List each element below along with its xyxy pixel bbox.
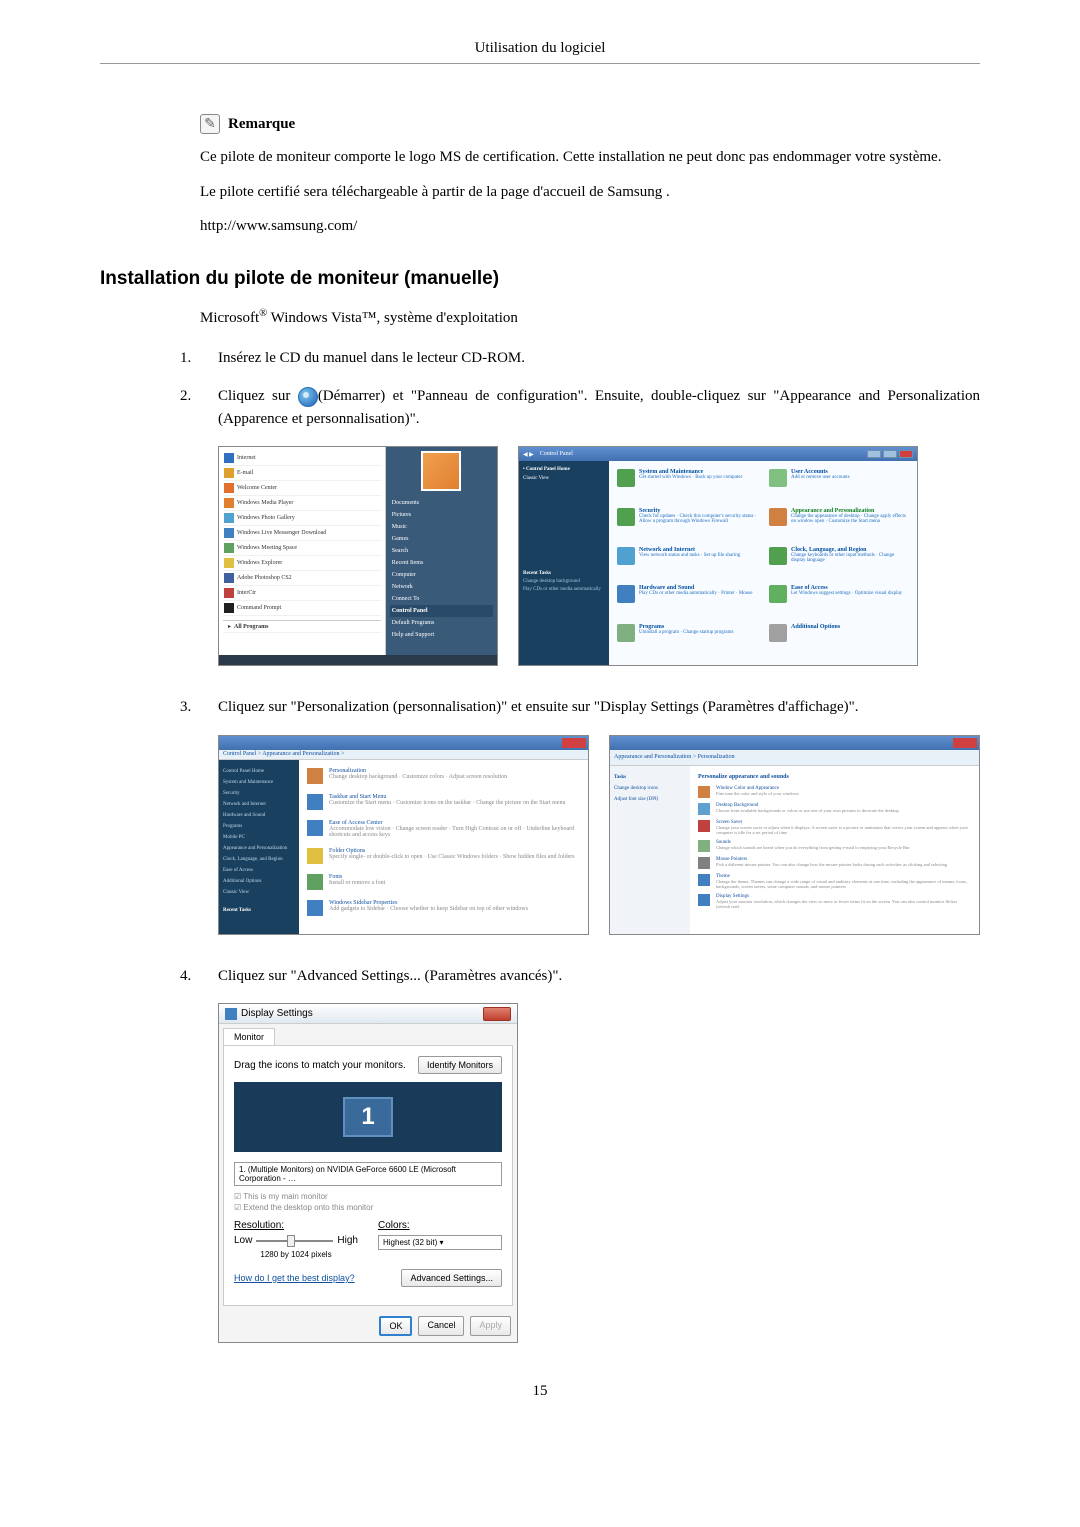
note-text-2: Le pilote certifié sera téléchargeable à…: [200, 181, 980, 204]
personalization-sidebar: TasksChange desktop iconsAdjust font siz…: [610, 766, 690, 934]
user-picture: [421, 451, 461, 491]
ds-monitor-area: 1: [234, 1082, 502, 1152]
ds-colors-select: Highest (32 bit) ▾: [378, 1235, 502, 1250]
page-header: Utilisation du logiciel: [100, 40, 980, 64]
page-number: 15: [100, 1383, 980, 1400]
cp-sidebar: • Control Panel Home Classic View Recent…: [519, 461, 609, 665]
step-2: 2. Cliquez sur (Démarrer) et "Panneau de…: [180, 385, 980, 430]
cp-main: System and MaintenanceGet started with W…: [609, 461, 917, 665]
windows-start-icon: [298, 387, 318, 407]
note-block: ✎ Remarque Ce pilote de moniteur comport…: [200, 114, 980, 238]
close-icon: [899, 450, 913, 458]
screenshot-start-menu: Internet E-mail Welcome Center Windows M…: [218, 446, 498, 666]
appearance-main: PersonalizationChange desktop background…: [299, 760, 588, 934]
step-2b: (Démarrer) et "Panneau de configuration"…: [218, 388, 980, 427]
advanced-settings-button: Advanced Settings...: [401, 1269, 502, 1287]
maximize-icon: [883, 450, 897, 458]
ds-tab-monitor: Monitor: [223, 1028, 275, 1045]
step-num-4: 4.: [180, 965, 218, 988]
screenshot-personalization: Appearance and Personalization > Persona…: [609, 735, 980, 935]
cancel-button: Cancel: [418, 1316, 464, 1336]
ds-monitor-dropdown: 1. (Multiple Monitors) on NVIDIA GeForce…: [234, 1162, 502, 1186]
subtitle-mid: Windows Vista™: [267, 310, 376, 326]
step-2a: Cliquez sur: [218, 388, 298, 404]
window-icon: [225, 1008, 237, 1020]
step-num-1: 1.: [180, 347, 218, 370]
step-4: 4. Cliquez sur "Advanced Settings... (Pa…: [180, 965, 980, 988]
section-title: Installation du pilote de moniteur (manu…: [100, 268, 980, 290]
note-url: http://www.samsung.com/: [200, 215, 980, 238]
step-num-2: 2.: [180, 385, 218, 430]
cp-titlebar: ◀ ▶ Control Panel: [519, 447, 917, 461]
appearance-sidebar: Control Panel HomeSystem and Maintenance…: [219, 760, 299, 934]
identify-monitors-button: Identify Monitors: [418, 1056, 502, 1074]
note-icon: ✎: [200, 114, 220, 134]
ds-title-text: Display Settings: [241, 1008, 313, 1019]
start-menu-left: Internet E-mail Welcome Center Windows M…: [219, 447, 386, 665]
note-title: Remarque: [228, 116, 295, 133]
step-text-3: Cliquez sur "Personalization (personnali…: [218, 696, 980, 719]
subtitle-suffix: , système d'exploitation: [376, 310, 517, 326]
ds-resolution-label: Resolution:: [234, 1220, 358, 1231]
ds-help-link: How do I get the best display?: [234, 1273, 355, 1283]
personalization-main: Personalize appearance and sounds Window…: [690, 766, 979, 934]
minimize-icon: [867, 450, 881, 458]
ds-instruction: Drag the icons to match your monitors.: [234, 1060, 406, 1071]
ds-resolution-value: 1280 by 1024 pixels: [234, 1250, 358, 1259]
apply-button: Apply: [470, 1316, 511, 1336]
ds-titlebar: Display Settings: [219, 1004, 517, 1024]
ds-checkbox-main: ☑ This is my main monitor: [234, 1192, 502, 1201]
step-text-4: Cliquez sur "Advanced Settings... (Param…: [218, 965, 980, 988]
screenshot-row-2: Control Panel > Appearance and Personali…: [218, 735, 980, 935]
ds-resolution-slider: Low High: [234, 1235, 358, 1246]
screenshot-appearance: Control Panel > Appearance and Personali…: [218, 735, 589, 935]
subtitle: Microsoft® Windows Vista™, système d'exp…: [200, 308, 980, 327]
step-text-2: Cliquez sur (Démarrer) et "Panneau de co…: [218, 385, 980, 430]
close-icon: [483, 1007, 511, 1021]
screenshot-row-1: Internet E-mail Welcome Center Windows M…: [218, 446, 980, 666]
step-text-1: Insérez le CD du manuel dans le lecteur …: [218, 347, 980, 370]
note-text-1: Ce pilote de moniteur comporte le logo M…: [200, 146, 980, 169]
step-1: 1. Insérez le CD du manuel dans le lecte…: [180, 347, 980, 370]
start-menu-right: Documents Pictures Music Games Search Re…: [386, 447, 497, 665]
subtitle-prefix: Microsoft: [200, 310, 259, 326]
screenshot-display-settings: Display Settings Monitor Drag the icons …: [218, 1003, 518, 1343]
ds-checkbox-extend: ☑ Extend the desktop onto this monitor: [234, 1203, 502, 1212]
step-3: 3. Cliquez sur "Personalization (personn…: [180, 696, 980, 719]
screenshot-control-panel: ◀ ▶ Control Panel • Control Panel Home C…: [518, 446, 918, 666]
ds-colors-label: Colors:: [378, 1220, 502, 1231]
step-num-3: 3.: [180, 696, 218, 719]
ok-button: OK: [379, 1316, 412, 1336]
ds-monitor-icon: 1: [343, 1097, 393, 1137]
